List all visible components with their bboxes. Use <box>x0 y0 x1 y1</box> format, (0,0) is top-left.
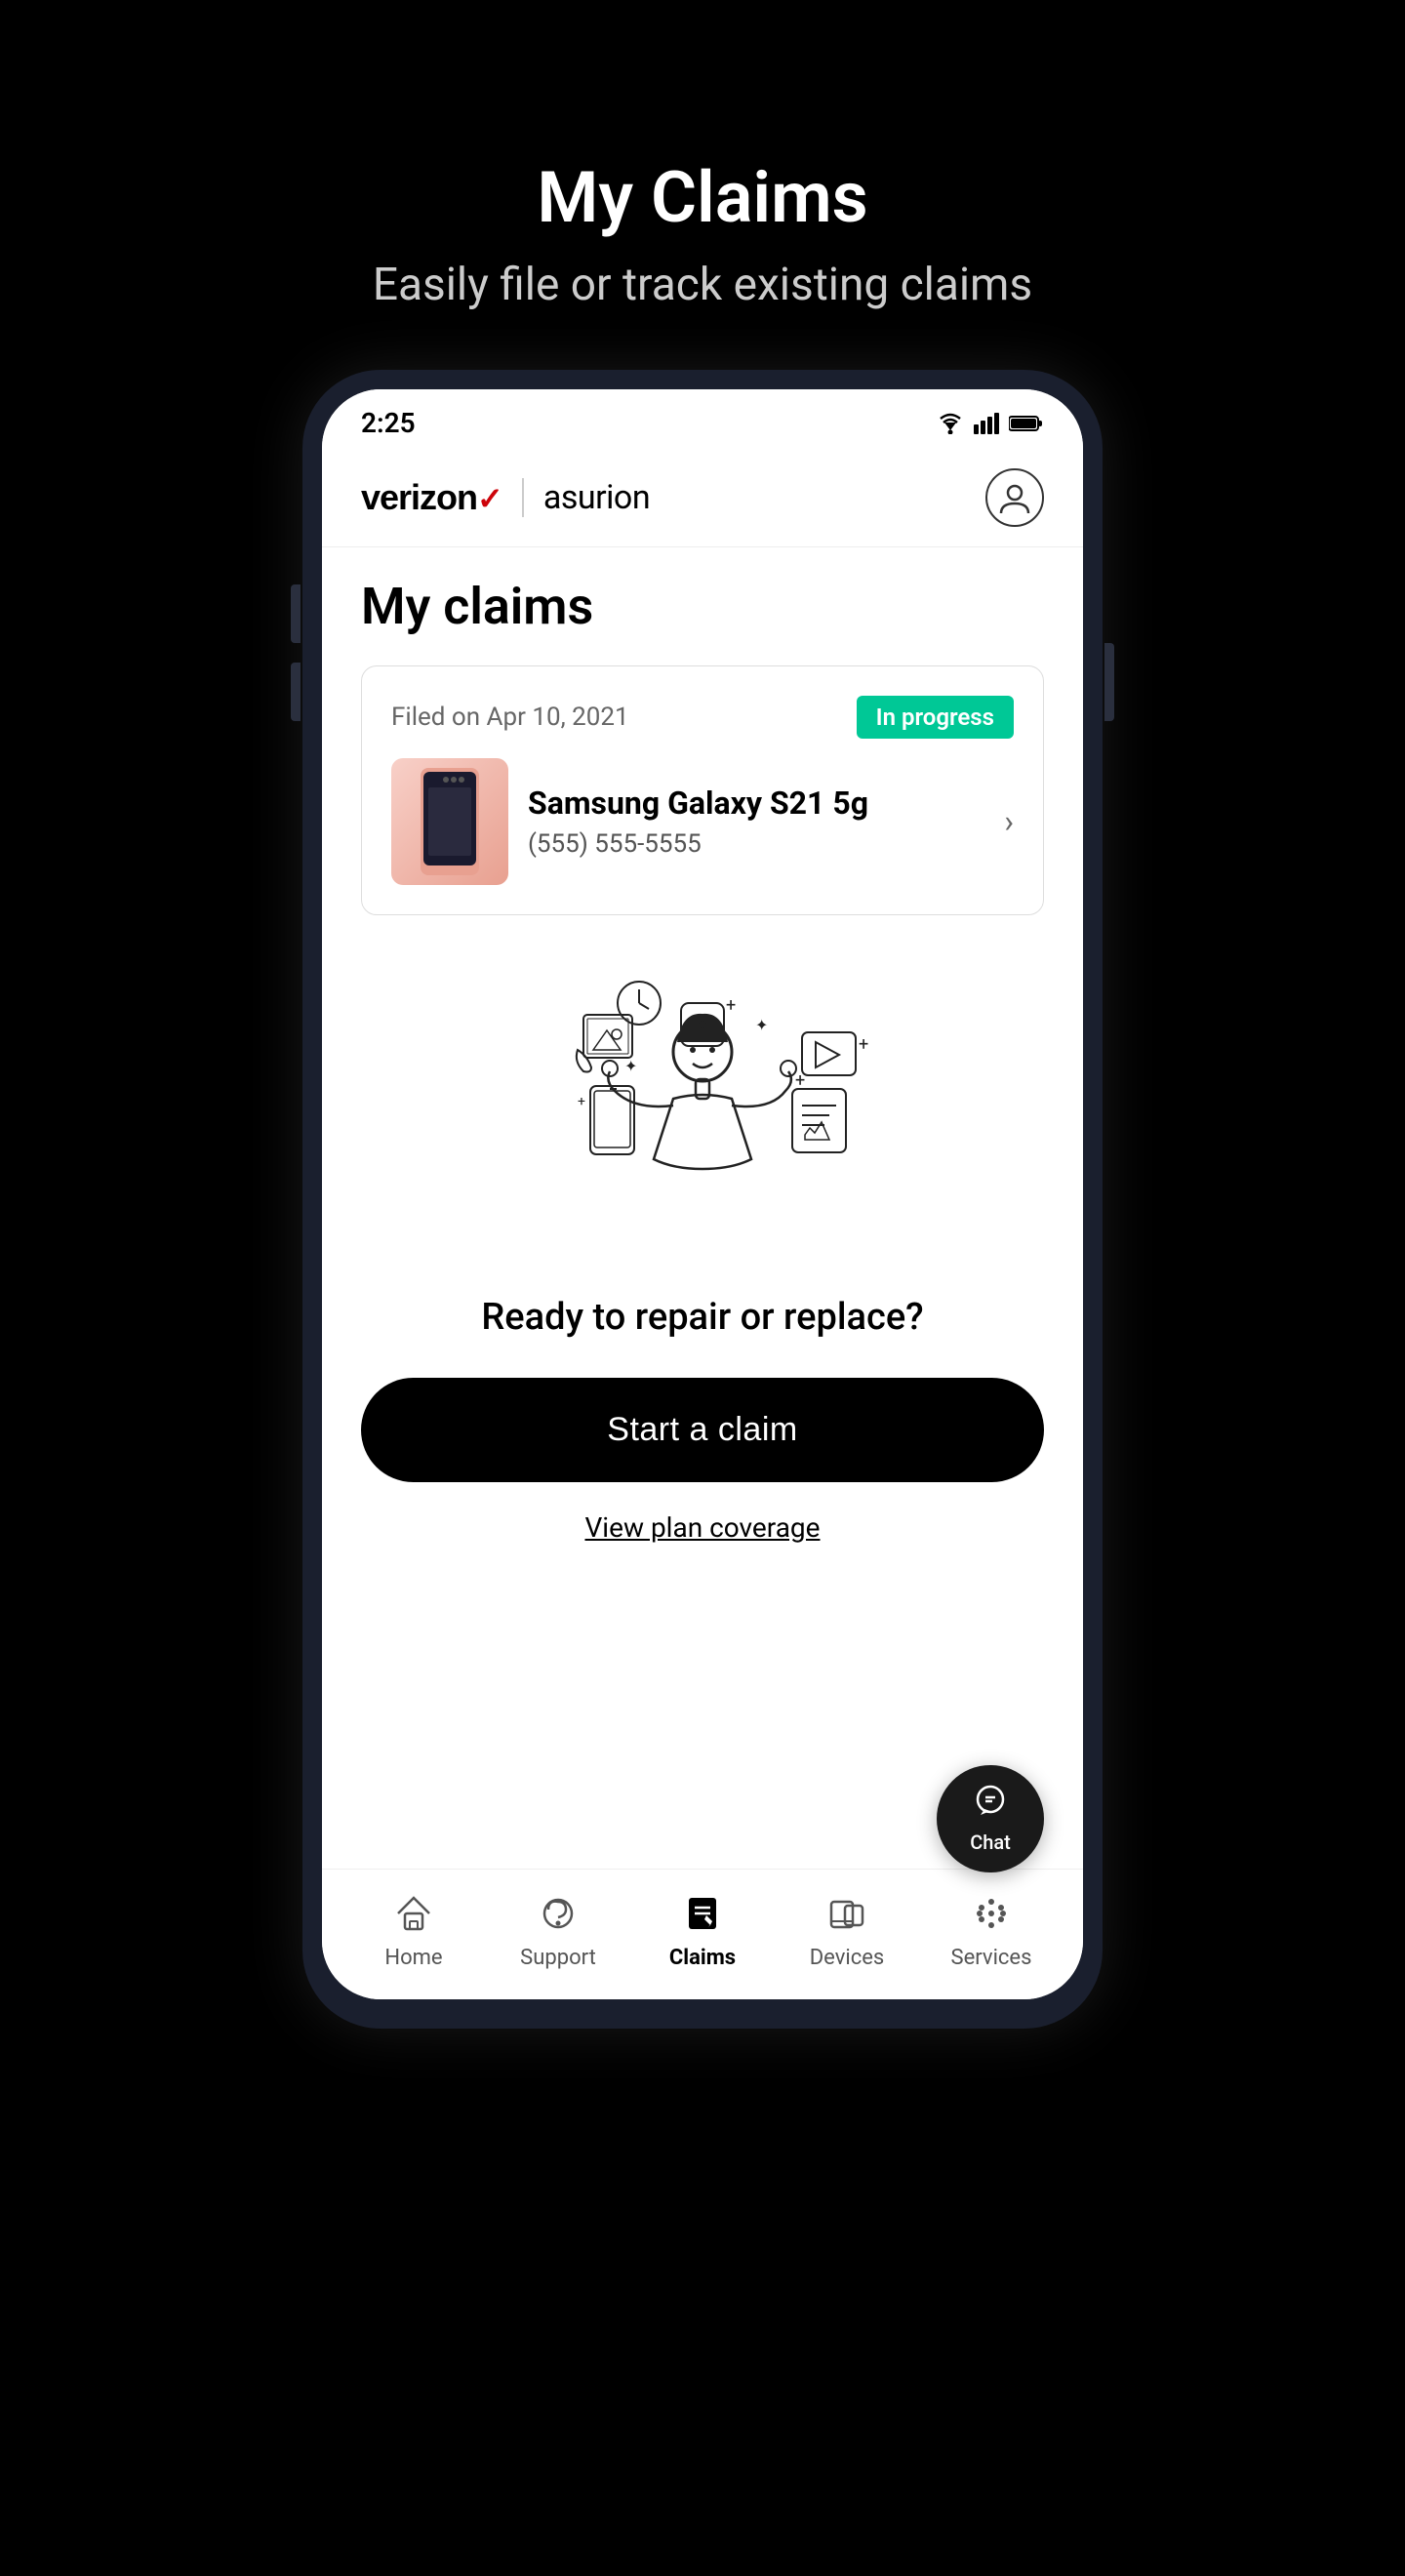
chat-bubble-icon <box>973 1784 1008 1819</box>
device-info: Samsung Galaxy S21 5g (555) 555-5555 <box>528 785 984 859</box>
phone-shell: 2:25 <box>302 370 1103 2029</box>
wifi-icon <box>935 413 966 434</box>
status-bar: 2:25 <box>322 389 1083 449</box>
chat-fab-label: Chat <box>970 1831 1011 1854</box>
chevron-right-icon: › <box>1004 803 1014 840</box>
phone-thumbnail <box>411 768 489 875</box>
repair-illustration: ✦ + + ✦ + <box>537 974 868 1267</box>
claims-icon <box>678 1889 727 1938</box>
nav-item-services[interactable]: Services <box>919 1889 1064 1970</box>
filed-date: Filed on Apr 10, 2021 <box>391 703 629 732</box>
illustration-area: ✦ + + ✦ + <box>361 954 1044 1592</box>
status-badge: In progress <box>857 696 1014 739</box>
claim-device-row[interactable]: Samsung Galaxy S21 5g (555) 555-5555 › <box>391 758 1014 885</box>
claims-page-title: My claims <box>361 577 1044 636</box>
support-icon <box>534 1889 582 1938</box>
nav-label-services: Services <box>951 1946 1032 1970</box>
services-icon <box>967 1889 1016 1938</box>
nav-label-claims: Claims <box>669 1946 736 1970</box>
page-header: My Claims Easily file or track existing … <box>373 156 1032 311</box>
start-claim-button[interactable]: Start a claim <box>361 1378 1044 1482</box>
power-button <box>1104 643 1114 721</box>
svg-text:✦: ✦ <box>755 1016 768 1034</box>
battery-icon <box>1009 415 1044 432</box>
view-plan-link[interactable]: View plan coverage <box>584 1511 820 1544</box>
bottom-nav: Home Support <box>322 1869 1083 1999</box>
chat-fab-icon <box>973 1784 1008 1827</box>
nav-label-support: Support <box>520 1946 596 1970</box>
signal-icon <box>974 413 1001 434</box>
volume-button-up <box>291 584 301 643</box>
profile-icon <box>997 480 1032 515</box>
svg-text:✦: ✦ <box>624 1057 637 1075</box>
nav-item-devices[interactable]: Devices <box>775 1889 919 1970</box>
page-subtitle: Easily file or track existing claims <box>373 259 1032 311</box>
nav-label-home: Home <box>384 1946 442 1970</box>
claim-card[interactable]: Filed on Apr 10, 2021 In progress <box>361 665 1044 915</box>
svg-text:+: + <box>859 1034 868 1055</box>
svg-text:+: + <box>578 1094 585 1109</box>
chat-fab-button[interactable]: Chat <box>937 1765 1044 1872</box>
screen-content: My claims Filed on Apr 10, 2021 In progr… <box>322 547 1083 1999</box>
device-phone-number: (555) 555-5555 <box>528 829 984 859</box>
profile-button[interactable] <box>985 468 1044 527</box>
nav-label-devices: Devices <box>810 1946 885 1970</box>
asurion-logo: asurion <box>543 478 650 517</box>
status-time: 2:25 <box>361 407 416 439</box>
page-title: My Claims <box>373 156 1032 239</box>
main-content: My claims Filed on Apr 10, 2021 In progr… <box>322 547 1083 1869</box>
svg-text:+: + <box>795 1070 805 1091</box>
status-icons <box>935 413 1044 434</box>
phone-screen: 2:25 <box>322 389 1083 1999</box>
nav-item-home[interactable]: Home <box>341 1889 486 1970</box>
verizon-logo: verizon✓ <box>361 477 502 518</box>
ready-text: Ready to repair or replace? <box>481 1296 923 1339</box>
claim-card-header: Filed on Apr 10, 2021 In progress <box>391 696 1014 739</box>
device-name: Samsung Galaxy S21 5g <box>528 785 984 822</box>
svg-text:+: + <box>726 995 736 1016</box>
home-icon <box>389 1889 438 1938</box>
logo-area: verizon✓ asurion <box>361 477 650 518</box>
nav-item-claims[interactable]: Claims <box>630 1889 775 1970</box>
app-header: verizon✓ asurion <box>322 449 1083 547</box>
devices-icon <box>823 1889 871 1938</box>
device-image <box>391 758 508 885</box>
volume-button-down <box>291 663 301 721</box>
page-wrapper: My Claims Easily file or track existing … <box>0 78 1405 2576</box>
logo-divider <box>522 478 524 517</box>
nav-item-support[interactable]: Support <box>486 1889 630 1970</box>
